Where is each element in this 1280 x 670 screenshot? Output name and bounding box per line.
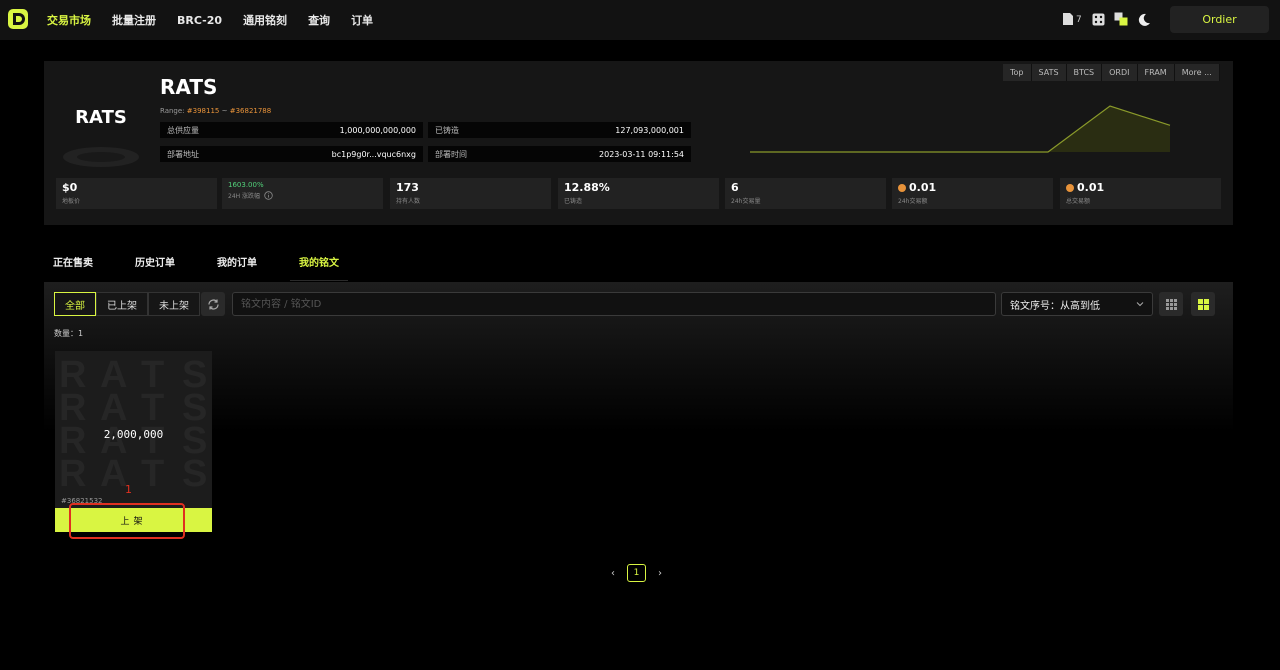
- chevron-down-icon: [1136, 302, 1144, 307]
- sort-select-value: 铭文序号：从高到低: [1010, 300, 1100, 312]
- sort-select[interactable]: 铭文序号：从高到低: [1001, 292, 1153, 316]
- deploy-address-row: 部署地址 bc1p9g0r...vquc6nxg: [160, 146, 423, 162]
- watermark-letter: A: [100, 453, 127, 491]
- tab-my-orders[interactable]: 我的订单: [208, 247, 266, 281]
- next-page-button[interactable]: ›: [658, 568, 662, 579]
- moon-icon[interactable]: [1137, 12, 1151, 26]
- document-count: 7: [1076, 15, 1082, 25]
- nav-item-inscribe[interactable]: 通用铭刻: [243, 12, 287, 28]
- nav-item-batch-register[interactable]: 批量注册: [112, 12, 156, 28]
- range-from-link[interactable]: #398115: [187, 107, 220, 115]
- minted-value: 127,093,000,001: [615, 125, 684, 135]
- btc-coin-icon: [898, 183, 906, 192]
- refresh-button[interactable]: [201, 292, 225, 316]
- chart-tab-more[interactable]: More ...: [1174, 64, 1220, 81]
- current-page[interactable]: 1: [627, 564, 646, 582]
- token-name: RATS: [160, 75, 218, 99]
- inscription-count: 数量：1: [54, 329, 84, 338]
- stat-minted-percent: 12.88% 已铸造: [558, 178, 719, 209]
- tab-my-inscriptions[interactable]: 我的铭文: [290, 247, 348, 281]
- nav-item-query[interactable]: 查询: [308, 12, 330, 28]
- app-logo-icon[interactable]: [7, 8, 29, 30]
- stat-holders: 173 持有人数: [390, 178, 551, 209]
- nav-item-orders[interactable]: 订单: [351, 12, 373, 28]
- nav-item-brc20[interactable]: BRC-20: [177, 14, 222, 27]
- chart-token-tabs: Top SATS BTCS ORDI FRAM More ...: [1003, 64, 1220, 81]
- filter-listed[interactable]: 已上架: [96, 292, 148, 316]
- chart-tab-ordi[interactable]: ORDI: [1102, 64, 1138, 81]
- prev-page-button[interactable]: ‹: [611, 568, 615, 579]
- filter-all[interactable]: 全部: [54, 292, 96, 316]
- translate-icon[interactable]: [1114, 12, 1128, 26]
- grid-small-view-button[interactable]: [1159, 292, 1183, 316]
- inscription-search-input[interactable]: [232, 292, 996, 316]
- chart-area: [750, 106, 1170, 152]
- btc-coin-icon: [1066, 183, 1074, 192]
- token-range: Range: #398115 ~ #36821788: [160, 107, 272, 115]
- refresh-icon: [207, 298, 219, 310]
- stat-floor-price: $0 地板价: [56, 178, 217, 209]
- info-icon[interactable]: [264, 191, 273, 200]
- document-icon[interactable]: [1061, 12, 1075, 26]
- grid-large-view-button[interactable]: [1191, 292, 1215, 316]
- chart-tab-btcs[interactable]: BTCS: [1066, 64, 1103, 81]
- inscription-amount: 2,000,000: [103, 428, 164, 441]
- annotation-highlight-box: [69, 503, 185, 539]
- watermark-letter: R: [59, 453, 86, 491]
- grid-small-icon: [1165, 298, 1177, 310]
- price-mini-chart: [750, 105, 1171, 153]
- deploy-address-value[interactable]: bc1p9g0r...vquc6nxg: [332, 150, 416, 159]
- stat-total-amount: 0.01 总交易额: [1060, 178, 1221, 209]
- total-supply-value: 1,000,000,000,000: [339, 125, 416, 135]
- range-to-link[interactable]: #36821788: [230, 107, 272, 115]
- watermark-letter: T: [141, 453, 164, 491]
- tab-on-sale[interactable]: 正在售卖: [44, 247, 102, 281]
- token-logo-text: RATS: [75, 107, 127, 128]
- filter-unlisted[interactable]: 未上架: [148, 292, 200, 316]
- dice-icon[interactable]: [1091, 12, 1105, 26]
- minted-row: 已铸造 127,093,000,001: [428, 122, 691, 138]
- deploy-time-value: 2023-03-11 09:11:54: [599, 149, 684, 159]
- stat-24h-amount: 0.01 24h交易额: [892, 178, 1053, 209]
- listing-filter-segment: 全部 已上架 未上架: [54, 292, 200, 316]
- stat-24h-volume: 6 24h交易量: [725, 178, 886, 209]
- deploy-time-row: 部署时间 2023-03-11 09:11:54: [428, 146, 691, 162]
- token-logo: RATS: [56, 77, 146, 167]
- total-supply-row: 总供应量 1,000,000,000,000: [160, 122, 423, 138]
- top-bar: 交易市场 批量注册 BRC-20 通用铭刻 查询 订单 7 Ordier: [0, 0, 1280, 40]
- watermark-letter: S: [182, 453, 207, 491]
- chart-tab-top[interactable]: Top: [1003, 64, 1032, 81]
- card-watermark: R A T SR A T SR A T SR A T S: [59, 354, 207, 491]
- stat-24h-change: 1603.00% 24H 涨跌幅: [222, 178, 383, 209]
- grid-large-icon: [1197, 298, 1209, 310]
- ordier-button[interactable]: Ordier: [1170, 6, 1269, 33]
- annotation-number: 1: [125, 483, 132, 496]
- market-subtabs: 正在售卖 历史订单 我的订单 我的铭文: [44, 247, 372, 281]
- main-nav: 交易市场 批量注册 BRC-20 通用铭刻 查询 订单: [47, 0, 394, 40]
- tab-history-orders[interactable]: 历史订单: [126, 247, 184, 281]
- chart-tab-fram[interactable]: FRAM: [1137, 64, 1175, 81]
- nav-item-market[interactable]: 交易市场: [47, 12, 91, 28]
- pagination: ‹ 1 ›: [605, 564, 668, 582]
- chart-tab-sats[interactable]: SATS: [1031, 64, 1067, 81]
